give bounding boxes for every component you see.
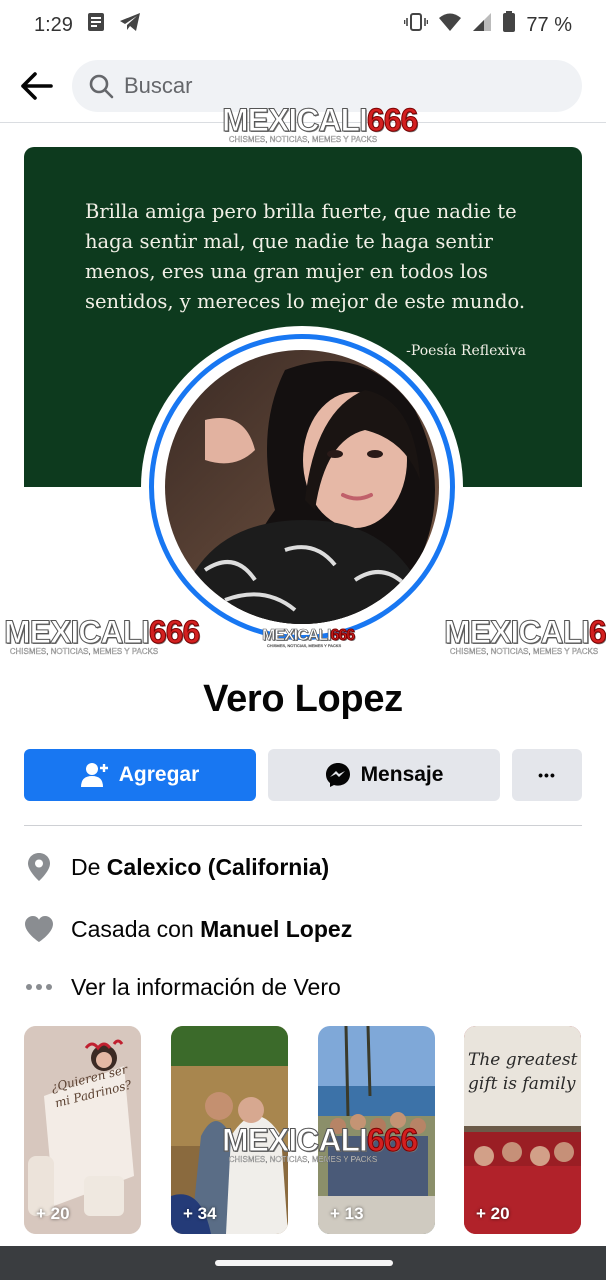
message-label: Mensaje <box>360 763 444 786</box>
watermark-number: 666 <box>366 102 418 138</box>
add-friend-button[interactable]: Agregar <box>24 749 256 801</box>
more-options-icon: ••• <box>538 767 556 783</box>
hometown-value[interactable]: Calexico (California) <box>107 854 329 880</box>
ellipsis-icon <box>24 972 54 1002</box>
watermark-subtitle: CHISMES, NOTICIAS, MEMES Y PACKS <box>228 1155 378 1164</box>
watermark-subtitle: CHISMES, NOTICIAS, MEMES Y PACKS <box>9 647 159 656</box>
watermark-right: MEXICALI666 CHISMES, NOTICIAS, MEMES Y P… <box>444 614 606 656</box>
home-gesture-handle[interactable] <box>215 1260 393 1266</box>
heart-icon <box>24 914 54 944</box>
watermark-text: MEXICALI <box>262 627 332 644</box>
watermark-top: MEXICALI666 CHISMES, NOTICIAS, MEMES Y P… <box>222 102 419 144</box>
status-bar: 1:29 77 % <box>0 0 606 50</box>
search-icon <box>89 74 114 99</box>
watermark-number: 666 <box>330 627 356 644</box>
hometown-prefix: De <box>71 853 107 880</box>
profile-picture[interactable] <box>141 326 463 648</box>
location-pin-icon <box>24 852 54 882</box>
featured-card[interactable]: The greatest gift is family + 20 <box>464 1026 581 1234</box>
watermark-number: 666 <box>148 614 200 650</box>
cover-quote: Brilla amiga pero brilla fuerte, que nad… <box>85 200 526 313</box>
section-divider <box>24 825 582 826</box>
more-options-button[interactable]: ••• <box>512 749 582 801</box>
relationship-prefix: Casada con <box>71 915 201 942</box>
featured-card[interactable]: + 20 <box>24 1026 141 1234</box>
watermark-number: 666 <box>366 1122 418 1158</box>
vibrate-icon <box>404 12 429 38</box>
avatar <box>165 350 439 624</box>
watermark-text: MEXICALI <box>222 102 369 138</box>
watermark-text: MEXICALI <box>444 614 591 650</box>
battery-percent: 77 % <box>526 13 572 36</box>
watermark-text: MEXICALI <box>222 1122 369 1158</box>
add-friend-icon <box>80 763 108 787</box>
battery-icon <box>502 11 516 39</box>
message-button[interactable]: Mensaje <box>268 749 500 801</box>
watermark-small: MEXICALI666 CHISMES, NOTICIAS, MEMES Y P… <box>262 627 356 648</box>
wifi-icon <box>438 12 462 38</box>
watermark-subtitle: CHISMES, NOTICIAS, MEMES Y PACKS <box>266 643 342 648</box>
watermark-subtitle: CHISMES, NOTICIAS, MEMES Y PACKS <box>228 135 378 144</box>
document-icon <box>87 12 105 38</box>
messenger-icon <box>325 763 350 787</box>
add-friend-label: Agregar <box>118 763 200 786</box>
back-arrow-icon <box>21 72 53 100</box>
watermark-subtitle: CHISMES, NOTICIAS, MEMES Y PACKS <box>449 647 599 656</box>
story-ring <box>149 334 455 640</box>
search-placeholder: Buscar <box>124 73 193 98</box>
see-about-info[interactable]: Ver la información de Vero <box>24 972 582 1002</box>
status-time: 1:29 <box>34 13 73 36</box>
telegram-icon <box>119 12 141 38</box>
watermark-text: MEXICALI <box>4 614 151 650</box>
cover-quote-author: -Poesía Reflexiva <box>406 343 526 359</box>
card-count: + 20 <box>36 1204 70 1223</box>
watermark-number: 666 <box>588 614 606 650</box>
watermark-left: MEXICALI666 CHISMES, NOTICIAS, MEMES Y P… <box>4 614 201 656</box>
watermark-bottom: MEXICALI666 CHISMES, NOTICIAS, MEMES Y P… <box>222 1122 419 1164</box>
see-about-label: Ver la información de Vero <box>71 973 341 1000</box>
relationship-partner[interactable]: Manuel Lopez <box>200 916 352 942</box>
back-button[interactable] <box>0 58 72 114</box>
info-relationship: Casada con Manuel Lopez <box>24 914 582 944</box>
card-count: + 34 <box>183 1204 217 1223</box>
signal-icon <box>472 12 492 38</box>
card-count: + 13 <box>330 1204 364 1223</box>
card-caption: The greatest gift is family <box>468 1050 578 1094</box>
system-navigation-bar <box>0 1246 606 1280</box>
profile-name: Vero Lopez <box>203 678 403 720</box>
info-hometown: De Calexico (California) <box>24 852 582 882</box>
card-count: + 20 <box>476 1204 510 1223</box>
